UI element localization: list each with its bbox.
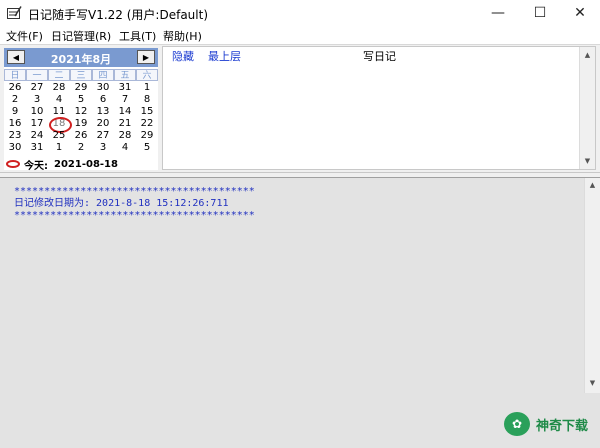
calendar-day-grid: 26 27 28 29 30 31 1 2 3 4 5 6 7 8 9 10 1… <box>4 82 158 154</box>
calendar-day[interactable]: 7 <box>114 94 136 106</box>
diary-content-panel[interactable]: ****************************************… <box>0 177 600 448</box>
top-panel: ◀ 2021年8月 ▶ 日 一 二 三 四 五 六 26 27 28 29 30… <box>0 44 600 172</box>
calendar-weekday-row: 日 一 二 三 四 五 六 <box>4 69 158 81</box>
calendar-day[interactable]: 6 <box>92 94 114 106</box>
calendar-month-title: 2021年8月 <box>50 53 112 66</box>
today-link[interactable]: 今天: 2021-08-18 <box>6 158 118 172</box>
calendar-week: 30 31 1 2 3 4 5 <box>4 142 158 154</box>
write-diary-title: 写日记 <box>363 50 396 63</box>
calendar-day[interactable]: 28 <box>48 82 70 94</box>
diary-edit-panel[interactable]: 隐藏 最上层 写日记 ▲ ▼ <box>162 46 596 170</box>
diary-log: ****************************************… <box>14 186 255 222</box>
calendar-day[interactable]: 12 <box>70 106 92 118</box>
calendar-day[interactable]: 26 <box>70 130 92 142</box>
calendar-day[interactable]: 5 <box>70 94 92 106</box>
calendar-day[interactable]: 14 <box>114 106 136 118</box>
today-date: 2021-08-18 <box>54 158 118 170</box>
calendar-day[interactable]: 1 <box>48 142 70 154</box>
calendar-day[interactable]: 21 <box>114 118 136 130</box>
calendar-day[interactable]: 4 <box>114 142 136 154</box>
diary-toolbar: 隐藏 最上层 写日记 <box>163 47 583 63</box>
today-label: 今天: <box>24 160 48 172</box>
calendar-day[interactable]: 9 <box>4 106 26 118</box>
calendar-day[interactable]: 2 <box>70 142 92 154</box>
watermark-logo-icon: ✿ <box>504 412 530 436</box>
calendar-day[interactable]: 8 <box>136 94 158 106</box>
always-on-top-link[interactable]: 最上层 <box>208 48 241 64</box>
calendar-day[interactable]: 27 <box>26 82 48 94</box>
calendar-day[interactable]: 22 <box>136 118 158 130</box>
calendar-day[interactable]: 29 <box>70 82 92 94</box>
calendar-day[interactable]: 31 <box>26 142 48 154</box>
scroll-down-icon[interactable]: ▼ <box>583 157 592 165</box>
calendar-day[interactable]: 30 <box>4 142 26 154</box>
calendar-day[interactable]: 26 <box>4 82 26 94</box>
calendar-day[interactable]: 27 <box>92 130 114 142</box>
calendar-day[interactable]: 5 <box>136 142 158 154</box>
menu-tools[interactable]: 工具(T) <box>119 28 156 44</box>
calendar-day[interactable]: 24 <box>26 130 48 142</box>
calendar-day[interactable]: 29 <box>136 130 158 142</box>
calendar-week: 9 10 11 12 13 14 15 <box>4 106 158 118</box>
calendar-day[interactable]: 3 <box>92 142 114 154</box>
weekday-wed: 三 <box>70 69 92 81</box>
calendar-day[interactable]: 4 <box>48 94 70 106</box>
close-button[interactable]: ✕ <box>560 0 600 26</box>
calendar-week: 23 24 25 26 27 28 29 <box>4 130 158 142</box>
weekday-mon: 一 <box>26 69 48 81</box>
weekday-tue: 二 <box>48 69 70 81</box>
calendar-day[interactable]: 13 <box>92 106 114 118</box>
log-stars-bottom: **************************************** <box>14 210 255 221</box>
calendar-day[interactable]: 1 <box>136 82 158 94</box>
next-month-button[interactable]: ▶ <box>137 50 155 64</box>
scroll-up-icon[interactable]: ▲ <box>588 181 597 189</box>
hide-link[interactable]: 隐藏 <box>172 48 194 64</box>
calendar-day[interactable]: 30 <box>92 82 114 94</box>
content-scrollbar[interactable]: ▲ ▼ <box>584 178 600 393</box>
calendar-day-today[interactable]: 18 <box>48 117 72 133</box>
today-circle-icon <box>6 160 20 168</box>
calendar: ◀ 2021年8月 ▶ 日 一 二 三 四 五 六 26 27 28 29 30… <box>4 48 158 172</box>
calendar-week: 2 3 4 5 6 7 8 <box>4 94 158 106</box>
weekday-sun: 日 <box>4 69 26 81</box>
calendar-day[interactable]: 25 <box>48 130 70 142</box>
watermark-text: 神奇下载 <box>536 418 589 434</box>
calendar-week: 26 27 28 29 30 31 1 <box>4 82 158 94</box>
diary-scrollbar[interactable]: ▲ ▼ <box>579 47 595 169</box>
calendar-day[interactable]: 17 <box>26 118 48 130</box>
calendar-day[interactable]: 19 <box>70 118 92 130</box>
calendar-day[interactable]: 20 <box>92 118 114 130</box>
menu-file[interactable]: 文件(F) <box>6 28 43 44</box>
menu-bar: 文件(F) 日记管理(R) 工具(T) 帮助(H) <box>0 26 600 44</box>
calendar-week: 16 17 18 19 20 21 22 <box>4 117 158 133</box>
weekday-fri: 五 <box>114 69 136 81</box>
calendar-day[interactable]: 28 <box>114 130 136 142</box>
scroll-down-icon[interactable]: ▼ <box>588 379 597 387</box>
calendar-day[interactable]: 31 <box>114 82 136 94</box>
log-modified-line: 日记修改日期为: 2021-8-18 15:12:26:711 <box>14 198 229 209</box>
app-notebook-icon <box>7 6 22 19</box>
log-stars-top: **************************************** <box>14 186 255 197</box>
watermark: ✿ 神奇下载 <box>504 412 588 436</box>
calendar-header: ◀ 2021年8月 ▶ <box>4 48 158 67</box>
maximize-button[interactable]: ☐ <box>520 0 560 26</box>
title-bar: 日记随手写V1.22 (用户:Default) — ☐ ✕ <box>0 0 600 26</box>
calendar-day[interactable]: 3 <box>26 94 48 106</box>
calendar-day[interactable]: 10 <box>26 106 48 118</box>
calendar-day[interactable]: 2 <box>4 94 26 106</box>
scroll-up-icon[interactable]: ▲ <box>583 51 592 59</box>
menu-help[interactable]: 帮助(H) <box>163 28 202 44</box>
menu-diary-manage[interactable]: 日记管理(R) <box>51 28 111 44</box>
prev-month-button[interactable]: ◀ <box>7 50 25 64</box>
minimize-button[interactable]: — <box>478 0 518 26</box>
calendar-day[interactable]: 16 <box>4 118 26 130</box>
calendar-day[interactable]: 15 <box>136 106 158 118</box>
calendar-day[interactable]: 23 <box>4 130 26 142</box>
weekday-thu: 四 <box>92 69 114 81</box>
weekday-sat: 六 <box>136 69 158 81</box>
window-title: 日记随手写V1.22 (用户:Default) <box>28 8 208 22</box>
